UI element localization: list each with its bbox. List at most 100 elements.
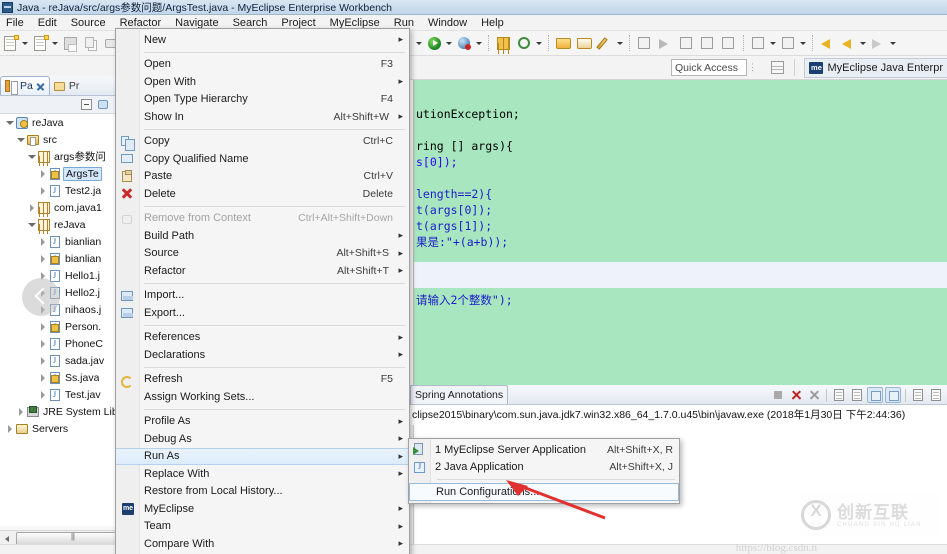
file-context-menu[interactable]: New ▸ Open F3 Open With ▸ Open Type Hierarchy F…: [115, 28, 410, 554]
back-navigation-overlay-icon[interactable]: [22, 278, 60, 316]
menu-item[interactable]: Assign Working Sets...: [116, 388, 409, 406]
menu-item[interactable]: Compare With ▸: [116, 535, 409, 553]
deploy-icon[interactable]: [494, 34, 513, 53]
menu-file[interactable]: File: [0, 15, 31, 31]
new-console-view-icon[interactable]: [928, 387, 944, 403]
menu-item[interactable]: New ▸: [116, 31, 409, 49]
chevron-right-icon[interactable]: [37, 369, 48, 386]
server-dropdown-arrow[interactable]: [535, 34, 544, 53]
menu-edit[interactable]: Edit: [31, 15, 64, 31]
toggle-mark-icon[interactable]: [719, 34, 738, 53]
chevron-right-icon[interactable]: [37, 250, 48, 267]
tree-item[interactable]: Ss.java: [0, 369, 131, 386]
tree-item[interactable]: ArgsTe: [0, 165, 131, 182]
tree-item[interactable]: PhoneC: [0, 335, 131, 352]
quick-access-input[interactable]: Quick Access: [671, 59, 747, 76]
open-resource-icon[interactable]: [575, 34, 594, 53]
chevron-down-icon[interactable]: [26, 148, 37, 165]
run-dropdown-arrow[interactable]: [445, 34, 454, 53]
tree-item[interactable]: bianlian: [0, 233, 131, 250]
menu-item[interactable]: Delete Delete: [116, 185, 409, 203]
new-dropdown-arrow[interactable]: [21, 34, 30, 53]
chevron-right-icon[interactable]: [37, 165, 48, 182]
menu-item[interactable]: Open Type Hierarchy F4: [116, 91, 409, 109]
chevron-right-icon[interactable]: [37, 318, 48, 335]
menu-item[interactable]: Replace With ▸: [116, 465, 409, 483]
menu-item[interactable]: Refresh F5: [116, 371, 409, 389]
chevron-right-icon[interactable]: [37, 182, 48, 199]
project-tree[interactable]: reJava src args参数问 ArgsTe Test2.ja com.java1 r…: [0, 114, 131, 526]
menu-item[interactable]: Refactor Alt+Shift+T ▸: [116, 262, 409, 280]
open-folder-icon[interactable]: [554, 34, 573, 53]
chevron-right-icon[interactable]: [37, 335, 48, 352]
menu-item[interactable]: me MyEclipse ▸: [116, 500, 409, 518]
edit-dropdown-arrow[interactable]: [616, 34, 625, 53]
skip-breakpoints-icon[interactable]: [656, 34, 675, 53]
save-all-icon[interactable]: [82, 34, 101, 53]
terminate-icon[interactable]: [788, 387, 804, 403]
next-edit-icon[interactable]: [779, 34, 798, 53]
open-perspective-button[interactable]: [769, 59, 787, 76]
chevron-right-icon[interactable]: [15, 403, 26, 420]
menu-item[interactable]: Profile As ▸: [116, 413, 409, 431]
save-icon[interactable]: [61, 34, 80, 53]
menu-item[interactable]: Open F3: [116, 56, 409, 74]
forward-icon[interactable]: [839, 34, 858, 53]
tree-item[interactable]: args参数问: [0, 148, 131, 165]
tree-item[interactable]: bianlian: [0, 250, 131, 267]
perspective-tab-myeclipse-java-enterprise[interactable]: me MyEclipse Java Enterpr: [804, 58, 947, 78]
menu-source[interactable]: Source: [64, 15, 113, 31]
menu-item[interactable]: Export...: [116, 304, 409, 322]
run-server-icon[interactable]: [515, 34, 534, 53]
clear-console-icon[interactable]: [831, 387, 847, 403]
menu-item[interactable]: Import...: [116, 287, 409, 305]
new-java-dropdown-arrow[interactable]: [51, 34, 60, 53]
next-dropdown-arrow[interactable]: [799, 34, 808, 53]
menu-item[interactable]: Debug As ▸: [116, 430, 409, 448]
debug-icon[interactable]: [455, 34, 474, 53]
menu-item[interactable]: Copy Ctrl+C: [116, 133, 409, 151]
tab-spring-annotations[interactable]: Spring Annotations: [410, 385, 509, 404]
java-source-editor[interactable]: utionException; ring [] args){ s[0]); le…: [410, 80, 947, 385]
menu-item[interactable]: Restore from Local History...: [116, 483, 409, 501]
display-selected-console-icon[interactable]: [849, 387, 865, 403]
chevron-right-icon[interactable]: [37, 233, 48, 250]
menu-item[interactable]: Run As ▸: [116, 447, 409, 465]
tree-item[interactable]: Person.: [0, 318, 131, 335]
menu-item[interactable]: Declarations ▸: [116, 346, 409, 364]
go-icon[interactable]: [869, 34, 888, 53]
toggle-block-icon[interactable]: [698, 34, 717, 53]
menu-item[interactable]: Show In Alt+Shift+W ▸: [116, 108, 409, 126]
close-icon[interactable]: [35, 81, 45, 91]
menu-item[interactable]: Team ▸: [116, 518, 409, 536]
word-wrap-icon[interactable]: [885, 387, 901, 403]
menu-item[interactable]: Open With ▸: [116, 73, 409, 91]
pin-console-icon[interactable]: [910, 387, 926, 403]
menu-help[interactable]: Help: [474, 15, 511, 31]
tree-item[interactable]: reJava: [0, 114, 131, 131]
previous-edit-icon[interactable]: [749, 34, 768, 53]
tree-item[interactable]: Hello2.j: [0, 284, 131, 301]
build-dropdown-arrow[interactable]: [415, 34, 424, 53]
tree-item[interactable]: sada.jav: [0, 352, 131, 369]
edit-icon[interactable]: [596, 34, 615, 53]
submenu-item[interactable]: 1 MyEclipse Server Application Alt+Shift+…: [409, 441, 679, 459]
menu-item[interactable]: Build Path ▸: [116, 227, 409, 245]
chevron-right-icon[interactable]: [37, 386, 48, 403]
submenu-item[interactable]: 2 Java Application Alt+Shift+X, J: [409, 459, 679, 477]
chevron-down-icon[interactable]: [26, 216, 37, 233]
tree-item[interactable]: Test2.ja: [0, 182, 131, 199]
terminate-stop-icon[interactable]: [770, 387, 786, 403]
chevron-right-icon[interactable]: [4, 420, 15, 437]
scroll-lock-icon[interactable]: [867, 387, 883, 403]
link-with-editor-icon[interactable]: [96, 97, 112, 113]
chevron-right-icon[interactable]: [37, 352, 48, 369]
tree-item[interactable]: reJava: [0, 216, 131, 233]
tree-item[interactable]: Hello1.j: [0, 267, 131, 284]
run-icon[interactable]: [425, 34, 444, 53]
chevron-down-icon[interactable]: [4, 114, 15, 131]
menu-item[interactable]: Copy Qualified Name: [116, 150, 409, 168]
chevron-right-icon[interactable]: [26, 199, 37, 216]
tree-item[interactable]: Servers: [0, 420, 131, 437]
tree-item[interactable]: nihaos.j: [0, 301, 131, 318]
